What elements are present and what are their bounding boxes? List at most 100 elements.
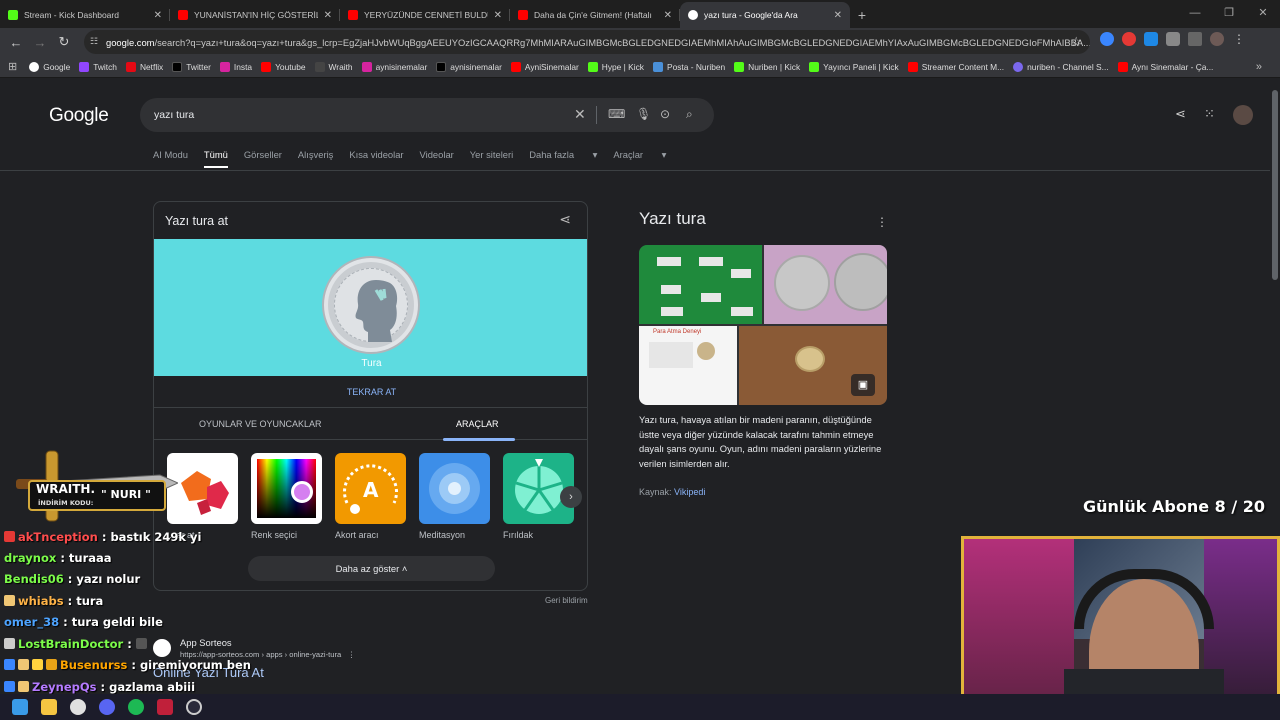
puzzle-icon[interactable] bbox=[1166, 32, 1180, 46]
image-gallery[interactable]: Para Atma Deneyi ▣ bbox=[639, 245, 887, 405]
bookmark-streamer-content[interactable]: Streamer Content M... bbox=[907, 61, 1004, 72]
gallery-image[interactable]: ▣ bbox=[739, 326, 887, 405]
tab-tools[interactable]: Araçlar ▾ bbox=[613, 149, 666, 168]
extension-icon[interactable] bbox=[1122, 32, 1136, 46]
tab-kick-dashboard[interactable]: Stream - Kick Dashboard ✕ bbox=[0, 2, 170, 28]
site-info-icon[interactable]: ☷ bbox=[90, 36, 100, 46]
extension-icon[interactable] bbox=[1100, 32, 1114, 46]
extension-icon[interactable] bbox=[1144, 32, 1158, 46]
menu-dots-icon[interactable]: ⋮ bbox=[1232, 32, 1246, 46]
more-bookmarks-icon[interactable]: » bbox=[1256, 61, 1262, 73]
bookmark-twitch[interactable]: Twitch bbox=[79, 61, 117, 72]
lens-icon[interactable]: ⊙ bbox=[660, 107, 670, 121]
tab-videos[interactable]: Videolar bbox=[420, 149, 454, 168]
badge-icon bbox=[18, 681, 29, 692]
close-tab-icon[interactable]: ✕ bbox=[324, 10, 332, 21]
maximize-icon[interactable]: ❐ bbox=[1212, 0, 1246, 28]
bookmark-nuriben-channel[interactable]: nuriben - Channel S... bbox=[1013, 61, 1109, 72]
search-input[interactable]: yazı tura ✕ ⌨ 🎙 ⊙ ⌕ bbox=[140, 98, 714, 132]
search-icon[interactable]: ⌕ bbox=[686, 107, 693, 122]
badge-icon bbox=[4, 659, 15, 670]
youtube-icon bbox=[1117, 61, 1128, 72]
reload-icon[interactable]: ↻ bbox=[52, 30, 76, 54]
coin-stage[interactable]: Tura bbox=[154, 239, 587, 376]
close-tab-icon[interactable]: ✕ bbox=[494, 10, 502, 21]
more-options-icon[interactable]: ⋮ bbox=[876, 215, 888, 229]
tab-places[interactable]: Yer siteleri bbox=[470, 149, 513, 168]
avatar[interactable] bbox=[1233, 105, 1253, 125]
kick-icon bbox=[8, 10, 18, 20]
discord-icon[interactable] bbox=[99, 699, 115, 715]
close-window-icon[interactable]: ✕ bbox=[1246, 0, 1280, 28]
bookmark-star-icon[interactable]: ☆ bbox=[1070, 34, 1082, 50]
bookmark-netflix[interactable]: Netflix bbox=[125, 61, 163, 72]
google-logo[interactable]: Google bbox=[49, 105, 109, 127]
minimize-icon[interactable]: — bbox=[1178, 0, 1212, 28]
app-icon[interactable] bbox=[157, 699, 173, 715]
close-tab-icon[interactable]: ✕ bbox=[664, 10, 672, 21]
flip-again-button[interactable]: TEKRAR AT bbox=[154, 387, 587, 397]
tab-all[interactable]: Tümü bbox=[203, 149, 228, 168]
tuner-tool[interactable]: A bbox=[335, 453, 406, 524]
tab-youtube-2[interactable]: YERYÜZÜNDE CENNETİ BULDU ✕ bbox=[340, 2, 510, 28]
keyboard-icon[interactable]: ⌨ bbox=[608, 107, 625, 121]
bookmark-youtube[interactable]: Youtube bbox=[261, 61, 306, 72]
clear-icon[interactable]: ✕ bbox=[574, 106, 586, 123]
tab-google-search[interactable]: yazı tura - Google'da Ara ✕ bbox=[680, 2, 850, 28]
bookmark-aynisinemalar-yt[interactable]: AyniSinemalar bbox=[510, 61, 579, 72]
bookmark-yayinci-paneli[interactable]: Yayıncı Paneli | Kick bbox=[809, 61, 899, 72]
bookmark-posta[interactable]: Posta - Nuriben bbox=[652, 61, 725, 72]
tab-images[interactable]: Görseller bbox=[244, 149, 282, 168]
apps-grid-icon[interactable]: ⁙ bbox=[1204, 106, 1215, 122]
bookmark-twitter[interactable]: Twitter bbox=[172, 61, 211, 72]
obs-icon[interactable] bbox=[186, 699, 202, 715]
share-icon[interactable]: ⋖ bbox=[1175, 106, 1186, 122]
image-icon[interactable]: ▣ bbox=[851, 374, 875, 396]
microphone-icon[interactable]: 🎙 bbox=[636, 107, 651, 121]
knowledge-panel-title: Yazı tura bbox=[639, 209, 706, 228]
chat-line: whiabs : tura bbox=[4, 594, 103, 608]
tab-youtube-3[interactable]: Daha da Çin'e Gitmem! (Haftalı ✕ bbox=[510, 2, 680, 28]
profile-icon[interactable] bbox=[1210, 32, 1224, 46]
apps-grid-icon[interactable]: ⊞ bbox=[8, 60, 17, 73]
chevron-right-icon[interactable]: › bbox=[560, 486, 582, 508]
windows-start-icon[interactable] bbox=[12, 699, 28, 715]
back-icon[interactable]: ← bbox=[4, 30, 28, 54]
gallery-image[interactable] bbox=[639, 245, 762, 324]
tab-ai-mode[interactable]: AI Modu bbox=[153, 149, 188, 168]
bookmark-aynisinemalar-insta[interactable]: aynisinemalar bbox=[361, 61, 427, 72]
coin[interactable] bbox=[324, 258, 418, 352]
forward-icon[interactable]: → bbox=[28, 30, 52, 54]
bookmark-google[interactable]: Google bbox=[29, 61, 70, 72]
new-tab-button[interactable]: + bbox=[850, 2, 874, 28]
chrome-icon[interactable] bbox=[70, 699, 86, 715]
bookmark-nuriben-kick[interactable]: Nuriben | Kick bbox=[734, 61, 800, 72]
tab-youtube-1[interactable]: YUNANİSTAN'IN HİÇ GÖSTERİL ✕ bbox=[170, 2, 340, 28]
close-tab-icon[interactable]: ✕ bbox=[834, 10, 842, 21]
gallery-image[interactable] bbox=[764, 245, 887, 324]
gallery-image[interactable]: Para Atma Deneyi bbox=[639, 326, 737, 405]
share-icon[interactable]: ⋖ bbox=[559, 211, 571, 228]
address-bar[interactable]: ☷ google.com/search?q=yazı+tura&oq=yazı+… bbox=[84, 30, 1090, 54]
bookmark-ayni-sinemalar[interactable]: Aynı Sinemalar - Ça... bbox=[1117, 61, 1213, 72]
tab-more[interactable]: Daha fazla ▾ bbox=[529, 149, 597, 168]
file-explorer-icon[interactable] bbox=[41, 699, 57, 715]
tab-tools-card[interactable]: ARAÇLAR bbox=[456, 419, 499, 429]
meditation-tool[interactable] bbox=[419, 453, 490, 524]
wikipedia-link[interactable]: Vikipedi bbox=[674, 487, 705, 497]
svg-text:A: A bbox=[363, 478, 379, 502]
tab-games-toys[interactable]: OYUNLAR VE OYUNCAKLAR bbox=[199, 419, 322, 429]
bookmark-insta[interactable]: Insta bbox=[219, 61, 252, 72]
feedback-link[interactable]: Geri bildirim bbox=[545, 596, 588, 605]
close-tab-icon[interactable]: ✕ bbox=[154, 10, 162, 21]
spotify-icon[interactable] bbox=[128, 699, 144, 715]
tab-shopping[interactable]: Alışveriş bbox=[298, 149, 333, 168]
tab-short-videos[interactable]: Kısa videolar bbox=[349, 149, 403, 168]
bookmark-wraith[interactable]: Wraith bbox=[314, 61, 353, 72]
bookmark-hype-kick[interactable]: Hype | Kick bbox=[587, 61, 644, 72]
color-picker-tool[interactable] bbox=[251, 453, 322, 524]
bookmark-aynisinemalar-x[interactable]: aynisinemalar bbox=[436, 61, 502, 72]
media-icon[interactable] bbox=[1188, 32, 1202, 46]
show-less-button[interactable]: Daha az göster ˄ bbox=[248, 556, 495, 581]
breath-icon bbox=[448, 482, 461, 495]
